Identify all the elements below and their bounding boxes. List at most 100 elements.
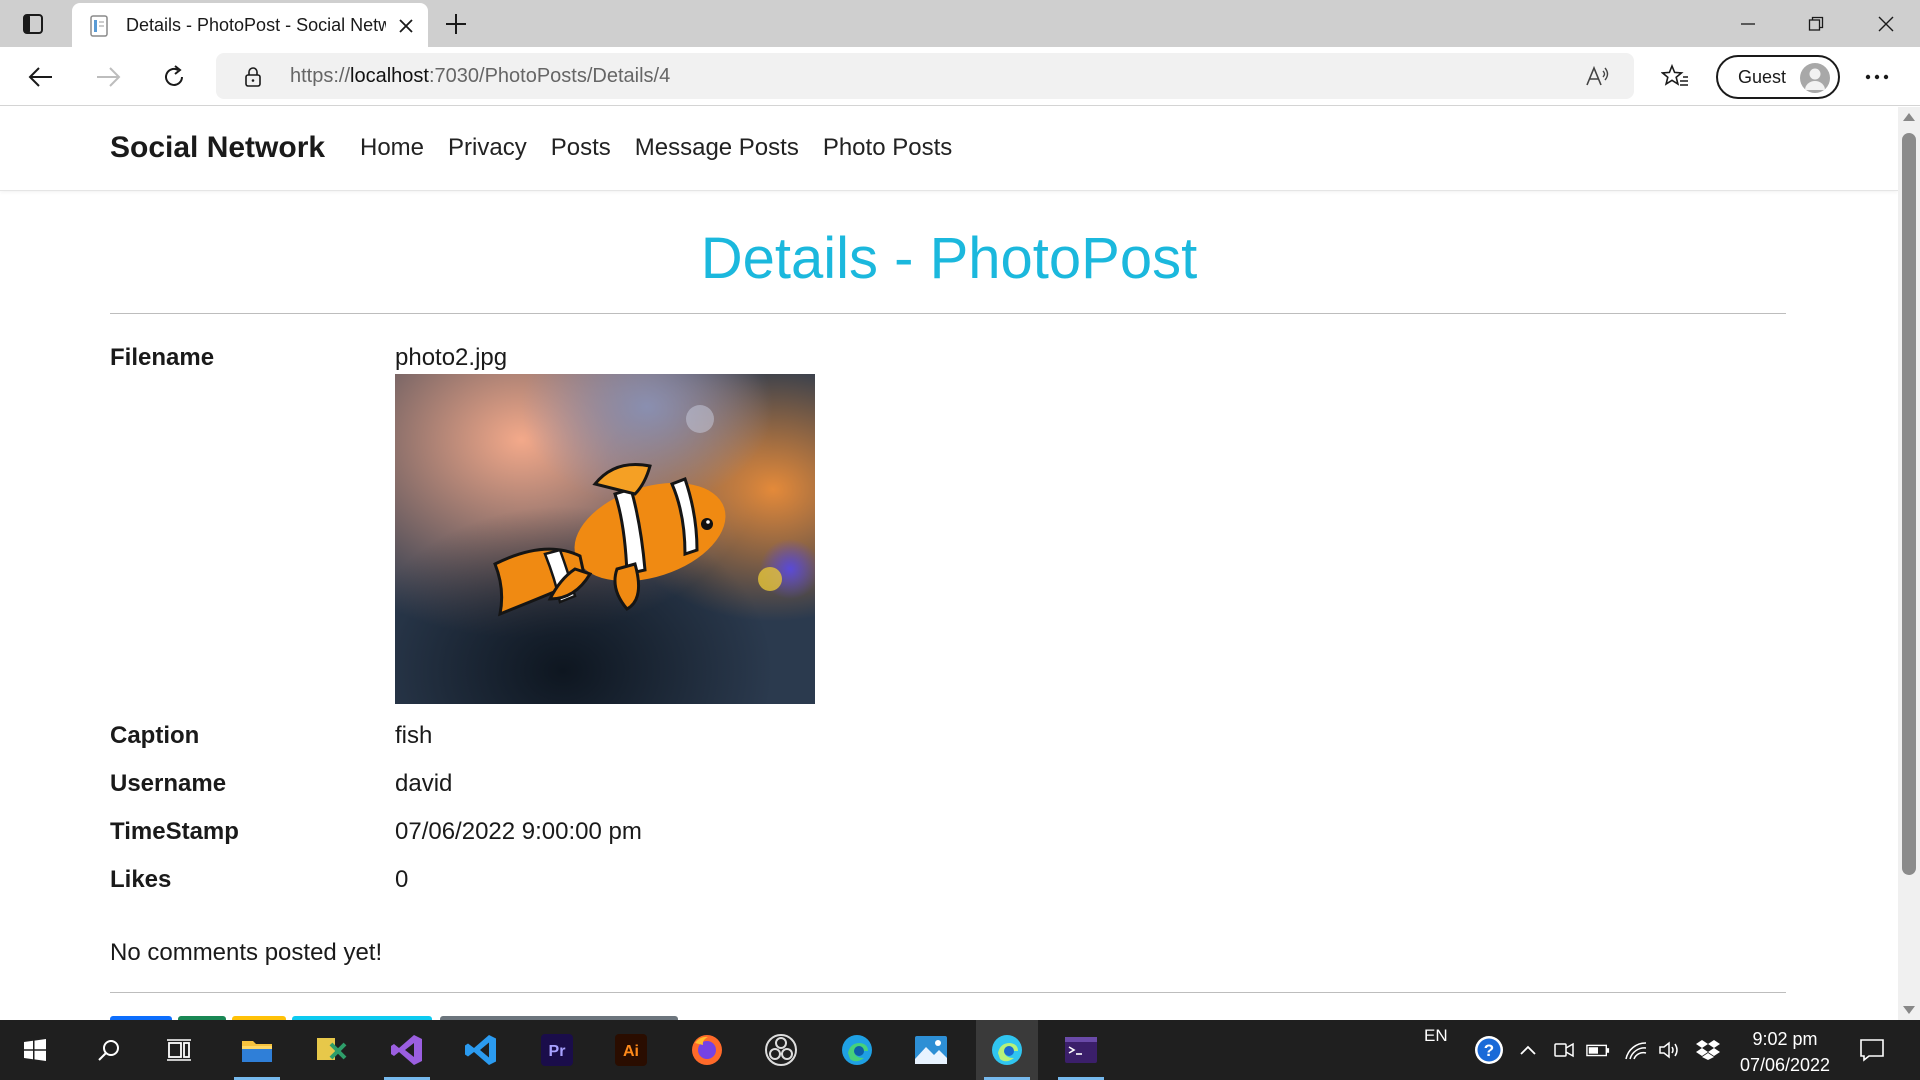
- terminal-taskbar-item[interactable]: [1050, 1020, 1112, 1080]
- battery-tray-button[interactable]: [1586, 1038, 1610, 1062]
- close-icon: [399, 19, 413, 33]
- premiere-taskbar-item[interactable]: Pr: [526, 1020, 588, 1080]
- chevron-up-icon: [1520, 1045, 1536, 1055]
- svg-text:Ai: Ai: [623, 1043, 639, 1060]
- page-title: Details - PhotoPost: [700, 226, 1198, 291]
- guest-avatar: [1800, 63, 1830, 93]
- lock-icon[interactable]: [242, 65, 264, 87]
- browser-tab-active[interactable]: Details - PhotoPost - Social Network: [72, 3, 428, 47]
- url-path: :7030/PhotoPosts/Details/4: [428, 65, 671, 87]
- start-button[interactable]: [4, 1020, 66, 1080]
- new-tab-button[interactable]: [440, 8, 472, 40]
- divider: [110, 992, 1786, 993]
- file-explorer-taskbar-item[interactable]: [226, 1020, 288, 1080]
- plus-icon: [446, 14, 466, 34]
- edge-dev-taskbar-item[interactable]: [976, 1020, 1038, 1080]
- site-brand-link[interactable]: Social Network: [110, 131, 325, 165]
- url-host: localhost: [350, 65, 429, 87]
- url-text[interactable]: https://localhost:7030/PhotoPosts/Detail…: [290, 65, 670, 88]
- clock-date: 07/06/2022: [1739, 1055, 1831, 1075]
- read-aloud-icon: [1586, 65, 1609, 86]
- visual-studio-icon: [391, 1035, 422, 1065]
- svg-text:?: ?: [1484, 1041, 1494, 1060]
- comments-empty-text: No comments posted yet!: [110, 939, 383, 966]
- scroll-down-arrow[interactable]: [1903, 1006, 1915, 1014]
- illustrator-taskbar-item[interactable]: Ai: [600, 1020, 662, 1080]
- back-button[interactable]: [22, 58, 60, 96]
- field-label-caption: Caption: [110, 722, 200, 749]
- task-view-button[interactable]: [148, 1020, 210, 1080]
- search-icon: [98, 1040, 119, 1061]
- show-hidden-icons-button[interactable]: [1516, 1038, 1540, 1062]
- tab-actions-button[interactable]: [18, 10, 48, 38]
- divider: [110, 313, 1786, 314]
- restore-icon: [1808, 16, 1824, 31]
- notifications-button[interactable]: [1858, 1036, 1886, 1064]
- field-value-likes: 0: [395, 866, 409, 893]
- arrow-left-icon: [28, 67, 52, 87]
- page-viewport: Social Network Home Privacy Posts Messag…: [0, 107, 1898, 1020]
- forward-button[interactable]: [89, 58, 127, 96]
- url-scheme: https://: [290, 65, 351, 87]
- profile-button[interactable]: Guest: [1716, 55, 1840, 99]
- photos-taskbar-item[interactable]: [900, 1020, 962, 1080]
- volume-tray-button[interactable]: [1658, 1038, 1682, 1062]
- vscode-icon: [465, 1035, 496, 1065]
- visual-studio-taskbar-item[interactable]: [376, 1020, 438, 1080]
- edge-dev-icon: [992, 1035, 1022, 1065]
- vscode-taskbar-item[interactable]: [450, 1020, 512, 1080]
- meet-now-tray-button[interactable]: [1552, 1038, 1576, 1062]
- restore-button[interactable]: [1782, 0, 1850, 47]
- nav-posts[interactable]: Posts: [551, 134, 611, 162]
- tab-close-button[interactable]: [394, 14, 418, 38]
- refresh-button[interactable]: [155, 58, 193, 96]
- taskbar-clock[interactable]: 9:02 pm 07/06/2022: [1720, 1026, 1850, 1078]
- folder-icon: [242, 1041, 272, 1062]
- app-taskbar-item[interactable]: [300, 1020, 362, 1080]
- notification-icon: [1860, 1039, 1884, 1062]
- refresh-icon: [165, 65, 183, 86]
- help-question-icon: ?: [1475, 1036, 1503, 1064]
- obs-taskbar-item[interactable]: [750, 1020, 812, 1080]
- arrow-right-icon: [97, 67, 121, 87]
- field-label-timestamp: TimeStamp: [110, 818, 239, 845]
- nav-photo-posts[interactable]: Photo Posts: [823, 134, 952, 162]
- clownfish-photo: [395, 374, 815, 704]
- nav-home[interactable]: Home: [360, 134, 424, 162]
- scrollbar-thumb[interactable]: [1902, 133, 1916, 875]
- dropbox-icon: [1696, 1040, 1720, 1060]
- window-close-button[interactable]: [1852, 0, 1920, 47]
- nav-message-posts[interactable]: Message Posts: [635, 134, 799, 162]
- field-label-likes: Likes: [110, 866, 172, 893]
- field-value-username: david: [395, 770, 453, 797]
- windows-logo-icon: [24, 1039, 46, 1061]
- search-button[interactable]: [78, 1020, 140, 1080]
- address-bar[interactable]: https://localhost:7030/PhotoPosts/Detail…: [216, 53, 1634, 99]
- post-photo: [395, 374, 815, 704]
- wifi-icon: [1625, 1042, 1647, 1060]
- dropbox-tray-button[interactable]: [1696, 1038, 1720, 1062]
- terminal-icon: [1065, 1037, 1097, 1063]
- premiere-icon: Pr: [541, 1034, 573, 1066]
- field-value-filename: photo2.jpg: [395, 344, 508, 371]
- nav-privacy[interactable]: Privacy: [448, 134, 527, 162]
- favorites-star-icon: [1661, 64, 1688, 86]
- edge-taskbar-item[interactable]: [826, 1020, 888, 1080]
- scroll-up-arrow[interactable]: [1903, 113, 1915, 121]
- minimize-button[interactable]: [1714, 0, 1782, 47]
- firefox-taskbar-item[interactable]: [676, 1020, 738, 1080]
- obs-icon: [765, 1034, 797, 1066]
- windows-taskbar: Pr Ai EN ? 9:02 pm 07/06/2022: [0, 1020, 1920, 1080]
- close-icon: [1878, 16, 1894, 31]
- settings-more-button[interactable]: [1858, 58, 1896, 96]
- help-tray-button[interactable]: ?: [1474, 1035, 1504, 1065]
- task-view-icon: [167, 1039, 191, 1061]
- read-aloud-button[interactable]: [1584, 63, 1612, 91]
- profile-label: Guest: [1738, 67, 1787, 87]
- illustrator-icon: Ai: [615, 1034, 647, 1066]
- favorites-button[interactable]: [1656, 58, 1694, 96]
- field-label-filename: Filename: [110, 344, 215, 371]
- input-language[interactable]: EN: [1424, 1026, 1448, 1046]
- wifi-tray-button[interactable]: [1624, 1038, 1648, 1062]
- page-scrollbar[interactable]: [1898, 107, 1920, 1020]
